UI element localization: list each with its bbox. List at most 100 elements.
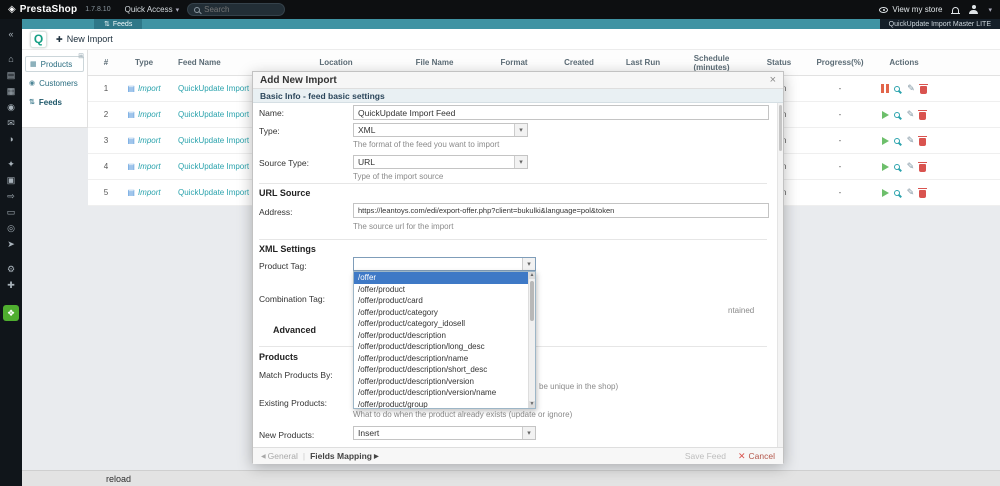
close-icon[interactable]: ×: [770, 75, 776, 86]
source-type-label: Source Type:: [259, 158, 309, 168]
design-icon[interactable]: ▣: [7, 175, 16, 185]
run-button[interactable]: [882, 137, 889, 145]
scroll-up-icon[interactable]: ▲: [529, 272, 535, 279]
dashboard-icon[interactable]: ⌂: [8, 54, 13, 64]
catalog-icon[interactable]: ▦: [7, 86, 16, 96]
search-input[interactable]: [204, 5, 314, 14]
sidebar-item-customers[interactable]: ◉ Customers: [25, 75, 84, 91]
quick-access-menu[interactable]: Quick Access ▾: [125, 5, 180, 14]
advanced-toggle[interactable]: Advanced: [273, 325, 316, 335]
scrollbar-thumb[interactable]: [530, 281, 534, 321]
dropdown-option[interactable]: /offer/product/description/name: [354, 353, 535, 365]
dropdown-option[interactable]: /offer: [354, 272, 535, 284]
cancel-button[interactable]: ✕ Cancel: [738, 451, 775, 462]
product-tag-select[interactable]: ▾: [353, 257, 536, 271]
edit-pencil-icon[interactable]: ✎: [907, 162, 915, 171]
new-products-label: New Products:: [259, 430, 314, 440]
pause-button[interactable]: [881, 84, 889, 93]
address-help: The source url for the import: [353, 222, 453, 231]
orders-icon[interactable]: ▤: [7, 70, 16, 80]
col-last-run[interactable]: Last Run: [609, 58, 677, 67]
collapse-menu-icon[interactable]: «: [8, 29, 13, 39]
modules-icon[interactable]: ✦: [7, 159, 15, 169]
delete-trash-icon[interactable]: [919, 138, 926, 146]
sidebar-item-label: Products: [41, 60, 73, 69]
fields-mapping-tab[interactable]: Fields Mapping ▶: [310, 451, 379, 461]
col-format[interactable]: Format: [479, 58, 549, 67]
col-file-name[interactable]: File Name: [390, 58, 479, 67]
modal-scrollbar[interactable]: [777, 103, 783, 447]
dropdown-option[interactable]: /offer/product/card: [354, 295, 535, 307]
progress-label: -: [812, 136, 868, 145]
dropdown-scrollbar[interactable]: ▲ ▼: [528, 272, 535, 408]
advanced-parameters-icon[interactable]: ✚: [7, 280, 15, 290]
col-num[interactable]: #: [88, 58, 124, 67]
user-avatar-icon[interactable]: [969, 5, 978, 14]
dropdown-option[interactable]: /offer/product/group: [354, 399, 535, 410]
stats-icon[interactable]: ◑: [8, 134, 13, 144]
run-button[interactable]: [882, 111, 889, 119]
address-field[interactable]: [353, 203, 769, 218]
preview-button[interactable]: [894, 112, 900, 118]
dropdown-option[interactable]: /offer/product/description/long_desc: [354, 341, 535, 353]
account-chevron-down-icon[interactable]: ▾: [988, 6, 992, 14]
general-tab[interactable]: ◀ General: [261, 451, 298, 461]
col-location[interactable]: Location: [282, 58, 390, 67]
dropdown-option[interactable]: /offer/product: [354, 284, 535, 296]
preview-button[interactable]: [894, 86, 900, 92]
edit-pencil-icon[interactable]: ✎: [907, 84, 915, 93]
col-progress[interactable]: Progress(%): [812, 58, 868, 67]
edit-pencil-icon[interactable]: ✎: [907, 136, 915, 145]
edit-pencil-icon[interactable]: ✎: [907, 188, 915, 197]
view-store-link[interactable]: View my store: [879, 5, 942, 14]
payment-icon[interactable]: ▭: [7, 207, 16, 217]
preview-button[interactable]: [894, 164, 900, 170]
preview-button[interactable]: [894, 190, 900, 196]
dropdown-option[interactable]: /offer/product/category_idosell: [354, 318, 535, 330]
delete-trash-icon[interactable]: [919, 164, 926, 172]
new-products-select[interactable]: Insert ▾: [353, 426, 536, 440]
run-button[interactable]: [882, 189, 889, 197]
delete-trash-icon[interactable]: [920, 86, 927, 94]
col-created[interactable]: Created: [549, 58, 609, 67]
scroll-down-icon[interactable]: ▼: [529, 401, 535, 408]
col-type[interactable]: Type: [124, 58, 164, 67]
notifications-bell-icon[interactable]: [952, 7, 959, 13]
dropdown-option[interactable]: /offer/product/description/version/name: [354, 387, 535, 399]
brand-name: PrestaShop: [20, 4, 78, 15]
sidebar-item-products[interactable]: ▦ Products: [25, 56, 84, 72]
shipping-icon[interactable]: ⇨: [7, 191, 15, 201]
global-search[interactable]: [187, 3, 285, 16]
international-icon[interactable]: ◎: [7, 223, 15, 233]
reload-link[interactable]: reload: [106, 474, 131, 484]
dropdown-option[interactable]: /offer/product/description: [354, 330, 535, 342]
preview-button[interactable]: [894, 138, 900, 144]
match-products-help-fragment: be unique in the shop): [539, 382, 618, 391]
dropdown-option[interactable]: /offer/product/description/short_desc: [354, 364, 535, 376]
run-button[interactable]: [882, 163, 889, 171]
shop-parameters-icon[interactable]: ⚙: [7, 264, 15, 274]
customers-icon[interactable]: ◉: [7, 102, 15, 112]
main-nav-rail: « ⌂ ▤ ▦ ◉ ✉ ◑ ✦ ▣ ⇨ ▭ ◎ ➤ ⚙ ✚ ❖: [0, 19, 22, 486]
type-select[interactable]: XML ▾: [353, 123, 528, 137]
delete-trash-icon[interactable]: [919, 190, 926, 198]
source-type-select[interactable]: URL ▾: [353, 155, 528, 169]
save-feed-button[interactable]: Save Feed: [685, 451, 726, 461]
col-status[interactable]: Status: [746, 58, 812, 67]
advertising-icon[interactable]: ➤: [7, 239, 15, 249]
name-field[interactable]: [353, 105, 769, 120]
scrollbar-thumb[interactable]: [779, 105, 782, 151]
tab-feeds[interactable]: ⇅ Feeds: [94, 19, 142, 29]
customer-service-icon[interactable]: ✉: [7, 118, 15, 128]
delete-trash-icon[interactable]: [919, 112, 926, 120]
col-schedule[interactable]: Schedule (minutes): [677, 54, 746, 72]
sidebar-item-feeds[interactable]: ⇅ Feeds: [25, 94, 84, 110]
dropdown-option[interactable]: /offer/product/category: [354, 307, 535, 319]
col-feed-name[interactable]: Feed Name: [164, 58, 282, 67]
quickupdate-module-tile[interactable]: ❖: [3, 305, 19, 321]
panel-grid-icon[interactable]: ⊞: [78, 52, 84, 60]
edit-pencil-icon[interactable]: ✎: [907, 110, 915, 119]
dropdown-option[interactable]: /offer/product/description/version: [354, 376, 535, 388]
row-actions: ✎: [868, 110, 940, 120]
new-import-button[interactable]: ✚ New Import: [56, 34, 113, 44]
